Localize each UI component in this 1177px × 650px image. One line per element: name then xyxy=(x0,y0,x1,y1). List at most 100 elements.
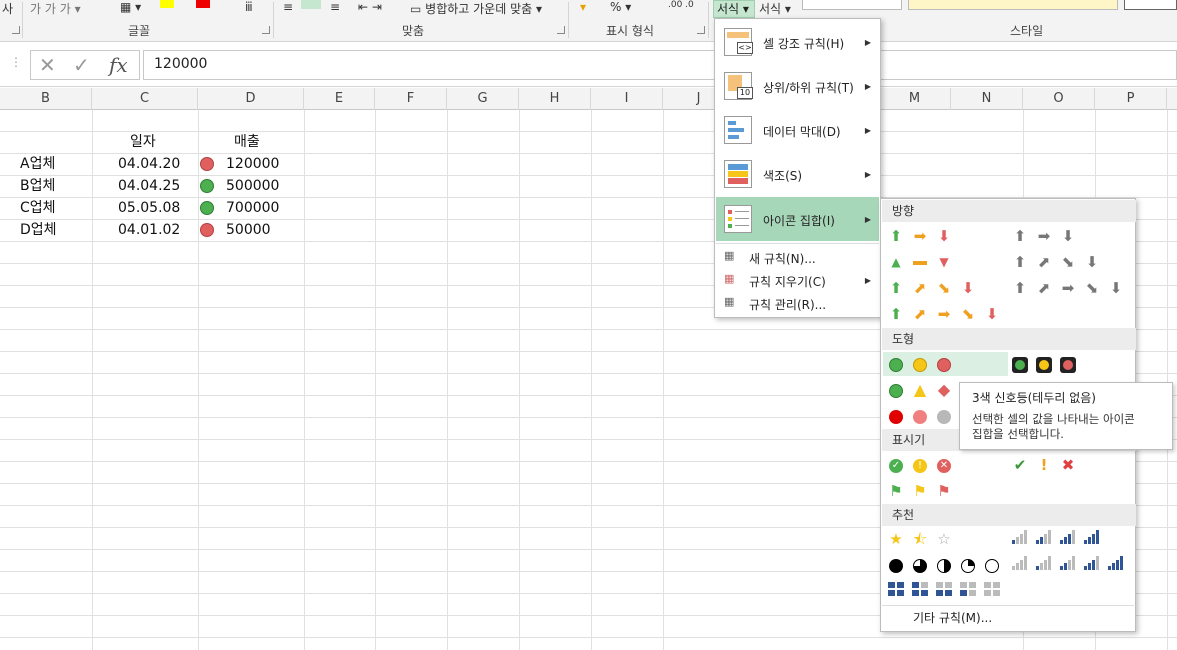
up-arrow-icon[interactable]: ⬆ xyxy=(886,226,906,246)
down-arrow-icon[interactable]: ⬇ xyxy=(934,226,954,246)
menu-item-top-bottom-rules[interactable]: 10 상위/하위 규칙(T) ▶ xyxy=(716,64,879,108)
style-box-2[interactable] xyxy=(908,0,1118,10)
check-icon[interactable]: ✔ xyxy=(1010,455,1030,475)
name-cell[interactable]: B업체 xyxy=(20,175,55,197)
align-center-icon[interactable] xyxy=(301,0,321,9)
down-arrow-icon[interactable]: ⬇ xyxy=(982,304,1002,324)
down-right-arrow-icon[interactable]: ⬊ xyxy=(1082,278,1102,298)
name-cell[interactable]: D업체 xyxy=(20,219,57,241)
date-cell[interactable]: 04.01.02 xyxy=(118,219,180,241)
header-date-cell[interactable]: 일자 xyxy=(130,131,156,153)
x-icon[interactable]: ✖ xyxy=(1058,455,1078,475)
col-header-e[interactable]: E xyxy=(304,88,375,110)
col-header-m[interactable]: M xyxy=(879,88,951,110)
col-header-p[interactable]: P xyxy=(1095,88,1167,110)
dash-icon[interactable] xyxy=(910,252,930,272)
green-flag-icon[interactable]: ⚑ xyxy=(886,481,906,501)
font-color-icon[interactable] xyxy=(196,0,210,8)
style-box-3[interactable] xyxy=(1124,0,1177,10)
signal-bars-3-icon[interactable] xyxy=(1058,529,1078,549)
date-cell[interactable]: 05.05.08 xyxy=(118,197,180,219)
menu-item-new-rule[interactable]: ▦ 새 규칙(N)... xyxy=(716,247,879,269)
formula-input[interactable]: 120000 xyxy=(143,50,1177,80)
right-arrow-icon[interactable]: ➡ xyxy=(910,226,930,246)
signal-bars-4-icon[interactable] xyxy=(1082,529,1102,549)
col-header-c[interactable]: C xyxy=(92,88,198,110)
exclamation-icon[interactable]: ! xyxy=(1034,455,1054,475)
signal-bars-2-icon[interactable] xyxy=(1034,529,1054,549)
yellow-triangle-icon[interactable]: ▲ xyxy=(910,380,930,400)
sales-cell[interactable]: 120000 xyxy=(226,153,279,175)
col-header-b[interactable]: B xyxy=(0,88,92,110)
date-cell[interactable]: 04.04.20 xyxy=(118,153,180,175)
down-arrow-icon[interactable]: ⬇ xyxy=(1058,226,1078,246)
three-quarter-circle-icon[interactable] xyxy=(910,555,930,575)
col-header-o[interactable]: O xyxy=(1023,88,1095,110)
red-dot-icon[interactable] xyxy=(886,406,906,426)
down-triangle-icon[interactable]: ▼ xyxy=(934,252,954,272)
text-direction-icon[interactable]: ⅲ xyxy=(245,0,253,14)
header-sales-cell[interactable]: 매출 xyxy=(234,131,260,153)
check-circle-icon[interactable]: ✓ xyxy=(886,455,906,475)
menu-item-icon-sets[interactable]: 아이콘 집합(I) ▶ xyxy=(716,197,879,241)
up-right-arrow-icon[interactable]: ⬈ xyxy=(1034,252,1054,272)
right-arrow-icon[interactable]: ➡ xyxy=(934,304,954,324)
up-arrow-icon[interactable]: ⬆ xyxy=(886,278,906,298)
up-arrow-icon[interactable]: ⬆ xyxy=(1010,226,1030,246)
half-circle-icon[interactable] xyxy=(934,555,954,575)
signal-bars-3-icon[interactable] xyxy=(1082,555,1102,575)
col-header-n[interactable]: N xyxy=(951,88,1023,110)
up-right-arrow-icon[interactable]: ⬈ xyxy=(910,278,930,298)
up-arrow-icon[interactable]: ⬆ xyxy=(886,304,906,324)
signal-bars-2-icon[interactable] xyxy=(1058,555,1078,575)
indent-icon[interactable]: ⇤ ⇥ xyxy=(358,0,382,14)
up-arrow-icon[interactable]: ⬆ xyxy=(1010,278,1030,298)
sales-cell[interactable]: 50000 xyxy=(226,219,271,241)
dialog-launcher-icon[interactable] xyxy=(697,26,705,34)
up-triangle-icon[interactable]: ▲ xyxy=(886,252,906,272)
down-arrow-icon[interactable]: ⬇ xyxy=(1106,278,1126,298)
exclamation-circle-icon[interactable]: ! xyxy=(910,455,930,475)
yellow-light-rimmed-icon[interactable] xyxy=(1034,354,1054,374)
yellow-flag-icon[interactable]: ⚑ xyxy=(910,481,930,501)
red-flag-icon[interactable]: ⚑ xyxy=(934,481,954,501)
conditional-format-button[interactable]: 서식 ▾ xyxy=(713,0,755,18)
sales-cell[interactable]: 500000 xyxy=(226,175,279,197)
col-header-f[interactable]: F xyxy=(375,88,447,110)
grey-dot-icon[interactable] xyxy=(934,406,954,426)
dialog-launcher-icon[interactable] xyxy=(12,26,20,34)
menu-item-data-bars[interactable]: 데이터 막대(D) ▶ xyxy=(716,108,879,152)
dialog-launcher-icon[interactable] xyxy=(262,26,270,34)
percent-icon[interactable]: % ▾ xyxy=(610,0,631,14)
align-left-icon[interactable]: ≡ xyxy=(283,0,293,14)
dialog-launcher-icon[interactable] xyxy=(557,26,565,34)
bold-italic-icons[interactable]: 가 가 가 ▾ xyxy=(30,0,81,16)
col-header-d[interactable]: D xyxy=(198,88,304,110)
right-arrow-icon[interactable]: ➡ xyxy=(1034,226,1054,246)
align-right-icon[interactable]: ≡ xyxy=(330,0,340,14)
down-arrow-icon[interactable]: ⬇ xyxy=(958,278,978,298)
x-circle-icon[interactable]: ✕ xyxy=(934,455,954,475)
red-circle-icon[interactable] xyxy=(934,354,954,374)
date-cell[interactable]: 04.04.25 xyxy=(118,175,180,197)
cancel-icon[interactable]: ✕ xyxy=(39,53,56,77)
boxes-1-icon[interactable] xyxy=(958,581,978,601)
yellow-circle-icon[interactable] xyxy=(910,354,930,374)
signal-bars-1-icon[interactable] xyxy=(1010,529,1030,549)
down-right-arrow-icon[interactable]: ⬊ xyxy=(1058,252,1078,272)
empty-star-icon[interactable]: ☆ xyxy=(934,529,954,549)
signal-bars-4-icon[interactable] xyxy=(1106,555,1126,575)
col-header-h[interactable]: H xyxy=(519,88,591,110)
signal-bars-0-icon[interactable] xyxy=(1010,555,1030,575)
down-right-arrow-icon[interactable]: ⬊ xyxy=(934,278,954,298)
name-cell[interactable]: A업체 xyxy=(20,153,55,175)
empty-circle-icon[interactable] xyxy=(982,555,1002,575)
boxes-2-icon[interactable] xyxy=(934,581,954,601)
green-circle-icon[interactable] xyxy=(886,380,906,400)
down-right-arrow-icon[interactable]: ⬊ xyxy=(958,304,978,324)
red-light-rimmed-icon[interactable] xyxy=(1058,354,1078,374)
confirm-icon[interactable]: ✓ xyxy=(73,53,90,77)
down-arrow-icon[interactable]: ⬇ xyxy=(1082,252,1102,272)
half-star-icon[interactable]: ⯪ xyxy=(910,529,930,549)
green-circle-icon[interactable] xyxy=(886,354,906,374)
